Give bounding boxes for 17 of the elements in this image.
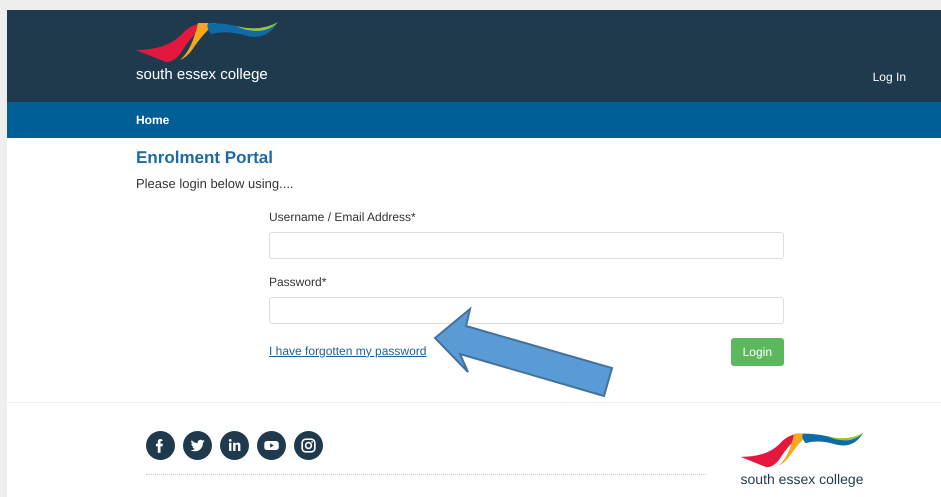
logo-text: south essex college <box>740 470 864 489</box>
nav-link[interactable]: Home <box>136 111 170 129</box>
field-label: Username / Email Address* <box>269 208 417 226</box>
video-play-icon[interactable] <box>257 431 286 460</box>
input-field[interactable] <box>269 232 784 259</box>
logo-swoosh-icon <box>136 20 278 64</box>
facebook-icon[interactable] <box>146 431 175 460</box>
linkedin-icon[interactable] <box>220 431 249 460</box>
logo-text: south essex college <box>136 64 269 84</box>
field-label: Password* <box>269 274 328 291</box>
login-link[interactable]: Log In <box>872 68 906 86</box>
twitter-icon[interactable] <box>183 431 212 460</box>
input-field[interactable] <box>269 296 784 324</box>
intro-text: Please login below using.... <box>136 175 295 194</box>
camera-icon[interactable] <box>294 431 323 460</box>
page-title: Enrolment Portal <box>136 148 274 168</box>
forgot-password-link[interactable]: I have forgotten my password <box>269 342 426 360</box>
